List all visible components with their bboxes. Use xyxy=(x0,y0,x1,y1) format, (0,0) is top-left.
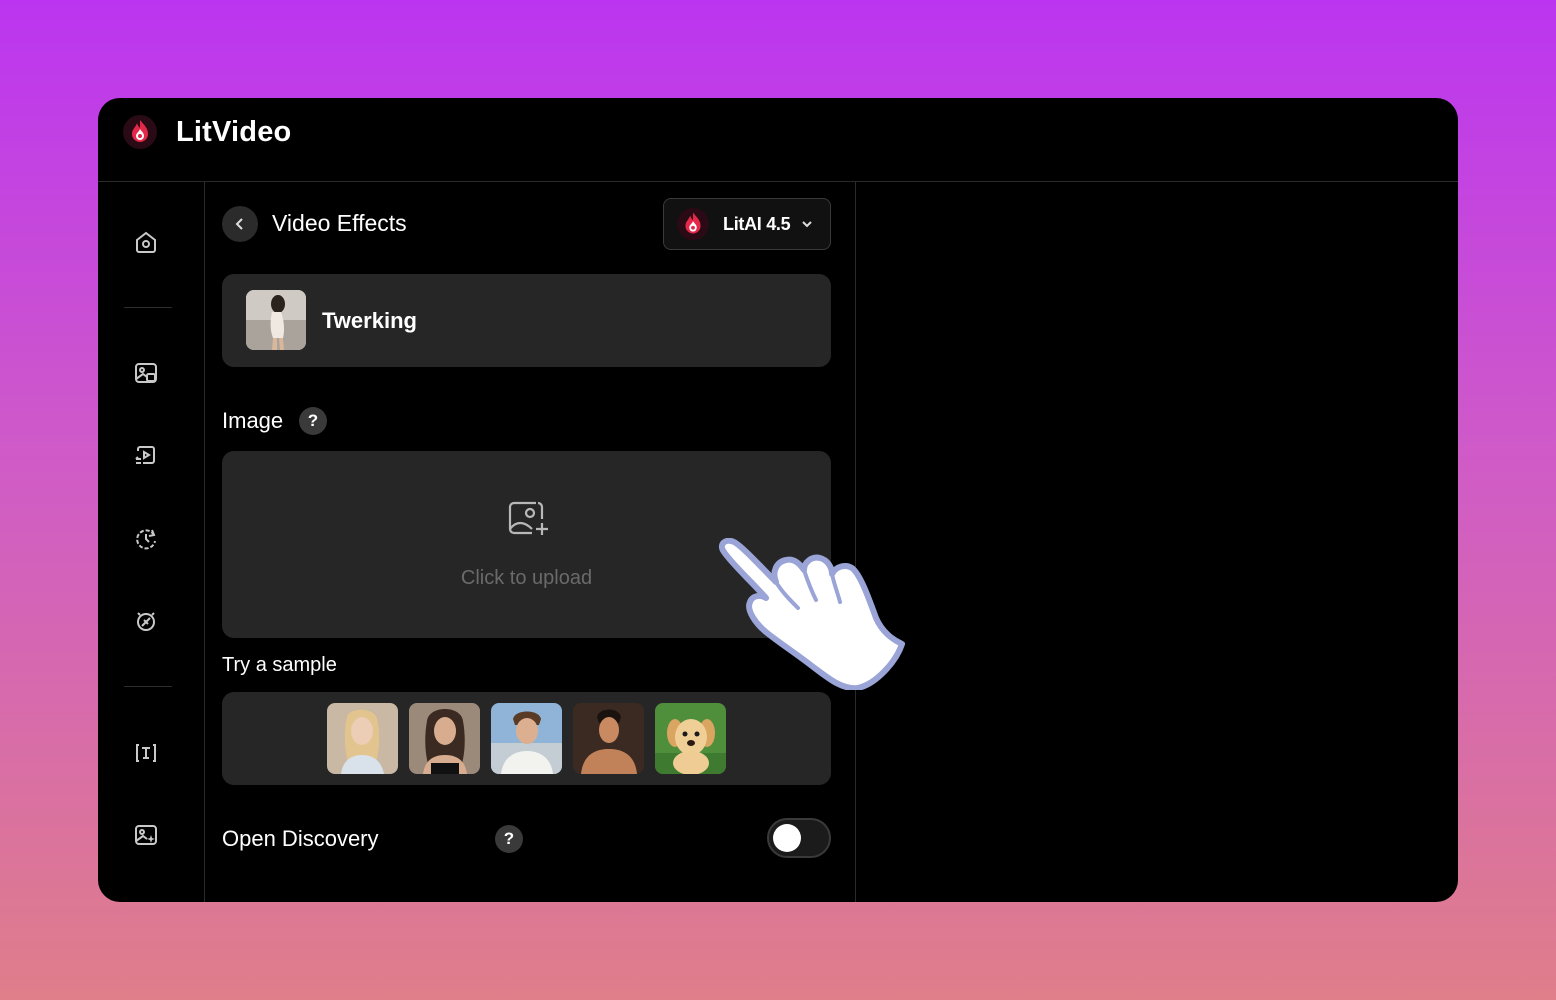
sample-puppy[interactable] xyxy=(655,703,726,774)
litvideo-logo-icon[interactable] xyxy=(122,114,158,150)
toggle-knob xyxy=(773,824,801,852)
model-selector[interactable]: LitAI 4.5 xyxy=(663,198,831,250)
discovery-help-icon[interactable]: ? xyxy=(495,825,523,853)
effects-icon[interactable] xyxy=(132,607,160,635)
samples-label: Try a sample xyxy=(222,654,337,676)
chevron-left-icon xyxy=(235,218,243,230)
upload-image-icon xyxy=(506,499,550,539)
top-bar: LitVideo xyxy=(98,98,1458,182)
sample-man-shirtless[interactable] xyxy=(573,703,644,774)
back-button[interactable] xyxy=(222,206,258,242)
model-label: LitAI 4.5 xyxy=(723,214,791,234)
sidebar xyxy=(98,182,205,902)
image-to-video-icon[interactable] xyxy=(132,359,160,387)
sample-list xyxy=(222,692,831,785)
litai-logo-icon xyxy=(676,207,710,241)
app-window: LitVideo Video Effects LitAI 4.5 Twerkin… xyxy=(98,98,1458,902)
text-caption-icon[interactable] xyxy=(132,739,160,767)
open-discovery-toggle[interactable] xyxy=(767,818,831,858)
sample-brunette-woman[interactable] xyxy=(409,703,480,774)
open-discovery-label: Open Discovery xyxy=(222,826,379,851)
history-icon[interactable] xyxy=(132,525,160,553)
effect-thumbnail xyxy=(246,290,306,350)
app-title: LitVideo xyxy=(176,116,292,148)
chevron-down-icon xyxy=(800,217,814,236)
pointing-hand-icon xyxy=(712,537,908,692)
panel-title: Video Effects xyxy=(272,210,407,236)
effect-name: Twerking xyxy=(322,308,417,333)
selected-effect-card[interactable]: Twerking xyxy=(222,274,831,367)
sidebar-divider xyxy=(124,686,172,687)
gallery-icon[interactable] xyxy=(132,821,160,849)
image-help-icon[interactable]: ? xyxy=(299,407,327,435)
image-section-label: Image xyxy=(222,408,284,433)
home-icon[interactable] xyxy=(132,228,160,256)
sample-blonde-woman[interactable] xyxy=(327,703,398,774)
sidebar-divider xyxy=(124,307,172,308)
video-swap-icon[interactable] xyxy=(132,442,160,470)
sample-man-white-shirt[interactable] xyxy=(491,703,562,774)
